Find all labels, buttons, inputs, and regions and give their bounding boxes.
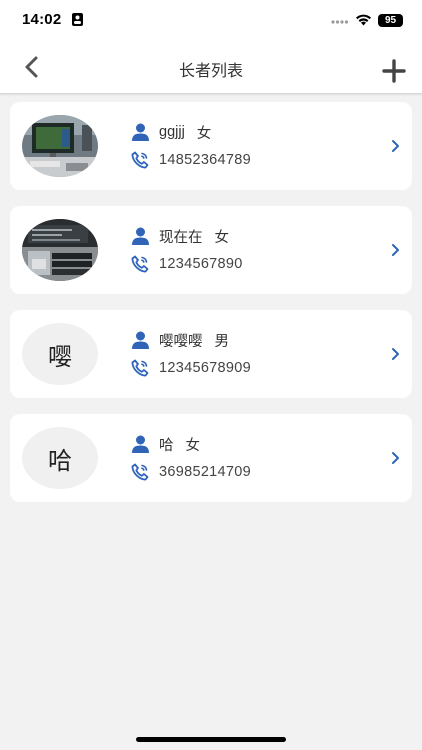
elder-name: ggjjj <box>159 124 185 140</box>
elder-phone: 12345678909 <box>159 360 252 376</box>
person-icon <box>132 331 149 349</box>
person-icon <box>132 227 149 245</box>
phone-icon <box>131 359 149 377</box>
elder-list: ggjjj 女 14852364789 现在在 女 1234567890 嘤 嘤… <box>10 102 412 518</box>
chevron-right-icon <box>392 452 399 464</box>
elder-phone: 1234567890 <box>159 256 243 272</box>
chevron-right-icon <box>392 140 399 152</box>
elder-card[interactable]: 哈 哈 女 36985214709 <box>10 414 412 502</box>
person-icon <box>132 435 149 453</box>
phone-icon <box>131 151 149 169</box>
home-indicator <box>136 737 286 742</box>
battery-indicator: 95 <box>378 14 403 27</box>
elder-gender: 男 <box>214 333 230 350</box>
elder-card[interactable]: 现在在 女 1234567890 <box>10 206 412 294</box>
laptop-photo-icon <box>22 219 98 281</box>
avatar-initial: 嘤 <box>48 342 72 371</box>
elder-gender: 女 <box>196 125 212 142</box>
elder-phone: 14852364789 <box>159 152 252 168</box>
elder-gender: 女 <box>214 229 230 246</box>
avatar: 嘤 <box>22 323 98 385</box>
id-card-icon <box>72 13 83 26</box>
status-time: 14:02 <box>22 11 62 28</box>
chevron-right-icon <box>392 244 399 256</box>
status-bar: 14:02 95 <box>0 0 422 42</box>
person-icon <box>132 123 149 141</box>
elder-name: 哈 <box>159 437 174 454</box>
avatar: 哈 <box>22 427 98 489</box>
avatar <box>22 115 98 177</box>
avatar <box>22 219 98 281</box>
wifi-icon <box>356 14 371 26</box>
elder-card[interactable]: 嘤 嘤嘤嘤 男 12345678909 <box>10 310 412 398</box>
elder-name: 嘤嘤嘤 <box>159 333 203 350</box>
elder-phone: 36985214709 <box>159 464 252 480</box>
page-title: 长者列表 <box>178 63 243 80</box>
desktop-photo-icon <box>22 115 98 177</box>
phone-icon <box>131 255 149 273</box>
elder-gender: 女 <box>185 437 201 454</box>
phone-icon <box>131 463 149 481</box>
avatar-initial: 哈 <box>48 446 72 475</box>
elder-card[interactable]: ggjjj 女 14852364789 <box>10 102 412 190</box>
nav-bar: 长者列表 <box>0 42 422 94</box>
chevron-right-icon <box>392 348 399 360</box>
plus-icon[interactable] <box>381 58 407 84</box>
elder-name: 现在在 <box>159 229 203 246</box>
signal-icon <box>331 20 349 24</box>
